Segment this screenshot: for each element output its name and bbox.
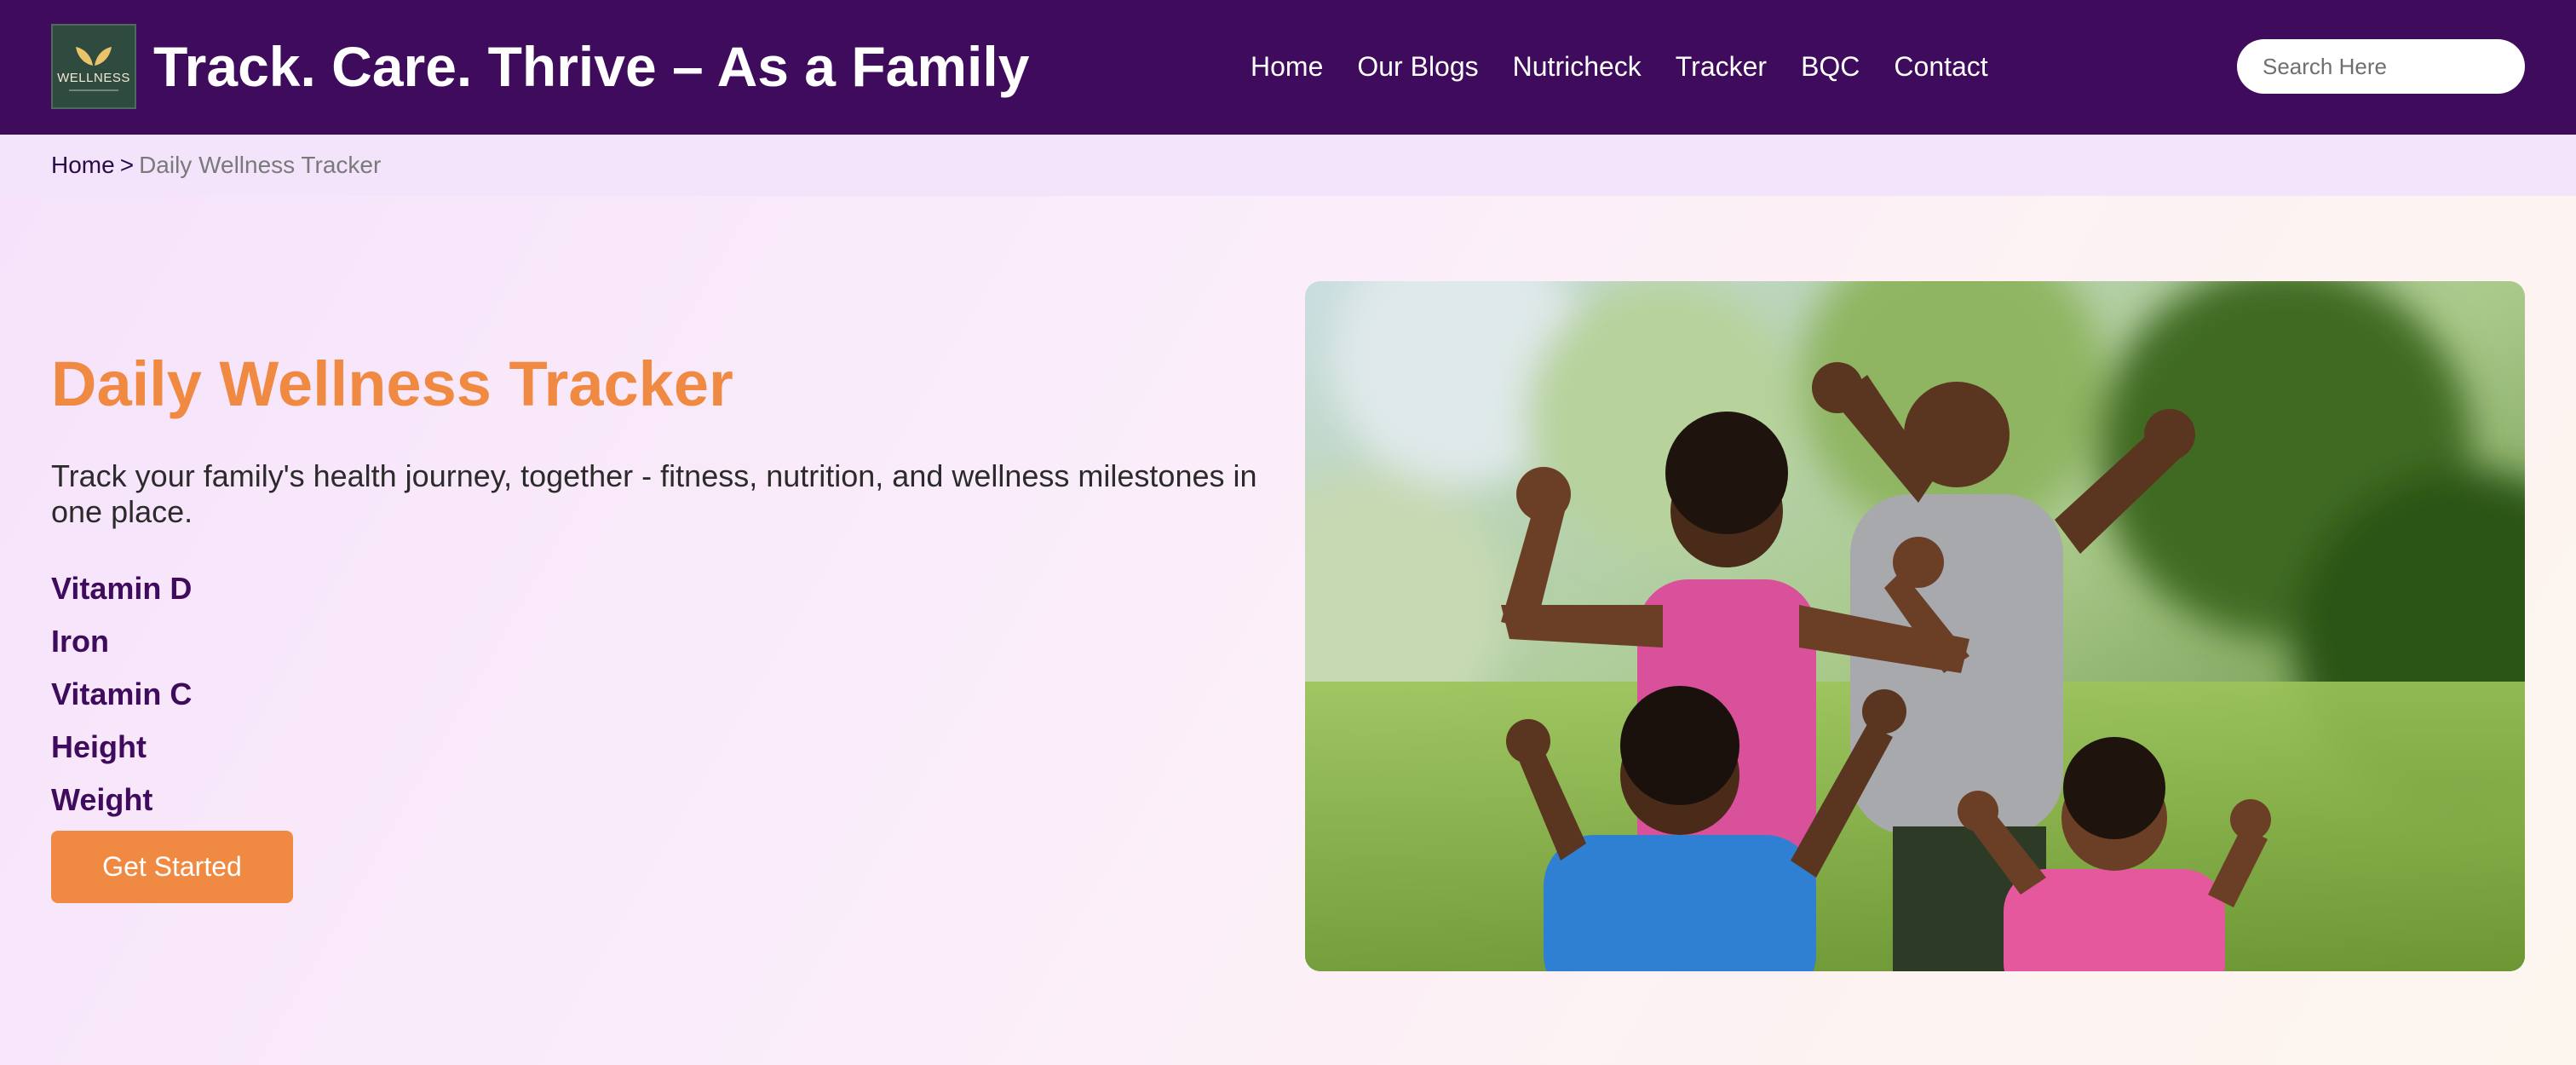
get-started-button[interactable]: Get Started [51,831,293,903]
nav-nutricheck[interactable]: Nutricheck [1513,46,1642,87]
metric-vitamin-d: Vitamin D [51,571,193,606]
site-logo[interactable]: WELLNESS [51,24,136,109]
breadcrumb: Home > Daily Wellness Tracker [51,150,381,181]
metric-weight: Weight [51,782,153,817]
metric-vitamin-c: Vitamin C [51,676,193,711]
breadcrumb-bar: Home > Daily Wellness Tracker [0,135,2576,196]
hero-family-photo [1305,281,2525,971]
nav-bqc[interactable]: BQC [1801,46,1860,87]
site-header: WELLNESS Track. Care. Thrive – As a Fami… [0,0,2576,135]
metric-iron: Iron [51,624,109,659]
logo-tagline-line [69,89,118,91]
logo-text: WELLNESS [57,71,130,85]
metric-height: Height [51,729,147,764]
nav-home[interactable]: Home [1251,46,1323,87]
hero-section: Daily Wellness Tracker Track your family… [0,196,2576,1065]
nav-contact[interactable]: Contact [1894,46,1987,87]
site-title: Track. Care. Thrive – As a Family [153,35,1030,98]
main-nav: Home Our Blogs Nutricheck Tracker BQC Co… [1251,46,1988,87]
metrics-list: Vitamin D Iron Vitamin C Height Weight [51,562,192,826]
hero-description: Track your family's health journey, toge… [51,458,1257,529]
nav-our-blogs[interactable]: Our Blogs [1357,46,1478,87]
search-input[interactable] [2237,39,2525,94]
hero-title: Daily Wellness Tracker [51,348,733,419]
breadcrumb-separator: > [119,152,135,178]
breadcrumb-home-link[interactable]: Home [51,152,115,178]
nav-tracker[interactable]: Tracker [1676,46,1767,87]
breadcrumb-current: Daily Wellness Tracker [139,152,382,178]
leaf-icon [76,47,112,66]
